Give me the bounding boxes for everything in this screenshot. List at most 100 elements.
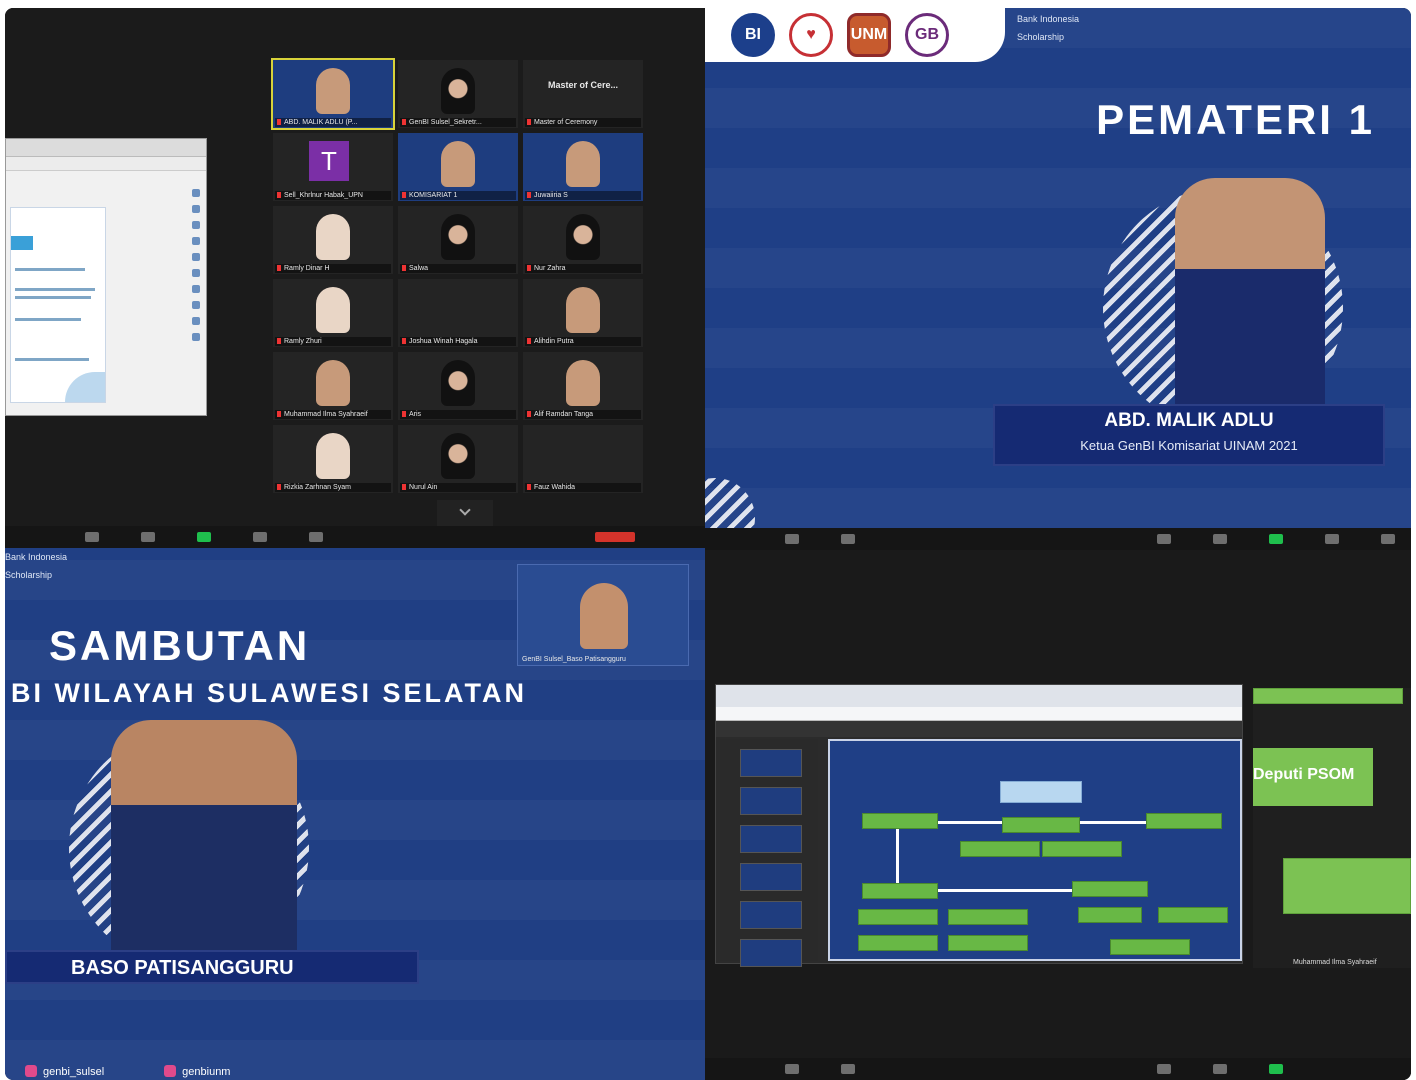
connector-line bbox=[938, 821, 1002, 824]
participant-tile[interactable]: Nur Zahra bbox=[523, 206, 643, 274]
participant-name: GenBI Sulsel_Sekretr... bbox=[400, 118, 516, 127]
zoom-toolbar-bottom[interactable] bbox=[705, 1058, 1411, 1080]
org-box bbox=[858, 935, 938, 951]
participant-tile[interactable]: Rizkia Zarhnan Syam bbox=[273, 425, 393, 493]
participant-tile[interactable]: Fauz Wahida bbox=[523, 425, 643, 493]
chevron-down-icon[interactable] bbox=[459, 504, 471, 516]
participants-icon[interactable] bbox=[1157, 534, 1171, 544]
doc-toolbar[interactable] bbox=[6, 157, 206, 171]
participant-tile[interactable]: Alihdin Putra bbox=[523, 279, 643, 347]
participant-tile[interactable]: Master of Cere... Master of Ceremony bbox=[523, 60, 643, 128]
participant-tile[interactable]: Alif Ramdan Tanga bbox=[523, 352, 643, 420]
participant-name: Aris bbox=[400, 410, 516, 419]
grid-scroll-down[interactable] bbox=[437, 500, 493, 526]
participant-grid: ABD. MALIK ADLU (P... GenBI Sulsel_Sekret… bbox=[271, 58, 647, 493]
doc-titlebar bbox=[6, 139, 206, 157]
participant-name: Muhammad Ilma Syahraeif bbox=[275, 410, 391, 419]
doc-highlight bbox=[11, 236, 33, 250]
shared-document-window[interactable] bbox=[5, 138, 207, 416]
audio-icon[interactable] bbox=[785, 1064, 799, 1074]
video-icon[interactable] bbox=[841, 1064, 855, 1074]
speaker-face bbox=[580, 583, 628, 649]
share-screen-icon[interactable] bbox=[1269, 534, 1283, 544]
speaker-camera-thumbnail[interactable]: GenBI Sulsel_Baso Patisangguru bbox=[517, 564, 689, 666]
doc-side-toolbar[interactable] bbox=[190, 189, 202, 399]
org-box bbox=[1110, 939, 1190, 955]
presentation-toolbar[interactable] bbox=[716, 721, 1242, 737]
org-chart-share-panel: Deputi PSOM Muhammad Ilma Syahraeif bbox=[705, 528, 1411, 1080]
record-icon[interactable] bbox=[1325, 534, 1339, 544]
doc-text-line bbox=[15, 288, 95, 291]
participant-tile[interactable]: Muhammad Ilma Syahraeif bbox=[273, 352, 393, 420]
participant-name: Alif Ramdan Tanga bbox=[525, 410, 641, 419]
chat-icon[interactable] bbox=[1213, 534, 1227, 544]
participant-tile[interactable]: Aris bbox=[398, 352, 518, 420]
leave-button[interactable] bbox=[595, 532, 635, 542]
participant-video bbox=[441, 214, 475, 260]
participant-video bbox=[566, 287, 600, 333]
participant-tile[interactable]: Salwa bbox=[398, 206, 518, 274]
participants-icon[interactable] bbox=[1157, 1064, 1171, 1074]
org-box bbox=[1146, 813, 1222, 829]
reactions-icon[interactable] bbox=[1381, 534, 1395, 544]
doc-page bbox=[10, 207, 106, 403]
slide-subtitle: BI WILAYAH SULAWESI SELATAN bbox=[11, 678, 528, 708]
participant-video bbox=[566, 141, 600, 187]
audio-icon[interactable] bbox=[785, 534, 799, 544]
side-camera-feed[interactable]: Deputi PSOM Muhammad Ilma Syahraeif bbox=[1253, 688, 1411, 968]
doc-text-line bbox=[15, 296, 91, 299]
participant-card-text: Master of Cere... bbox=[547, 80, 619, 90]
slide-thumbnails[interactable] bbox=[720, 739, 818, 967]
participants-icon[interactable] bbox=[85, 532, 99, 542]
reactions-icon[interactable] bbox=[309, 532, 323, 542]
scholarship-line: Scholarship bbox=[1017, 32, 1065, 42]
bank-indonesia-logo: BI bbox=[731, 13, 775, 57]
participant-name: Ramly Zhuri bbox=[275, 337, 391, 346]
genbi-logo: GB bbox=[905, 13, 949, 57]
green-header-box bbox=[1253, 688, 1403, 704]
org-chart-slide bbox=[828, 739, 1242, 961]
instagram-handle: genbiunm bbox=[164, 1065, 230, 1078]
participant-tile[interactable]: Ramly Dinar H bbox=[273, 206, 393, 274]
participant-video bbox=[316, 68, 350, 114]
slide-title: SAMBUTAN bbox=[49, 622, 311, 669]
participant-tile[interactable]: GenBI Sulsel_Sekretr... bbox=[398, 60, 518, 128]
doc-text-line bbox=[15, 318, 81, 321]
zoom-toolbar[interactable] bbox=[5, 526, 705, 548]
slide-title: PEMATERI 1 bbox=[1096, 96, 1375, 143]
speaker-photo bbox=[111, 720, 297, 956]
participant-name: Sell_Khrlnur Habak_UPN bbox=[275, 191, 391, 200]
record-icon[interactable] bbox=[253, 532, 267, 542]
participant-tile[interactable]: Ramly Zhuri bbox=[273, 279, 393, 347]
speaker-role: Ketua GenBI Komisariat UINAM 2021 bbox=[1080, 438, 1298, 453]
participant-video bbox=[566, 360, 600, 406]
scholarship-text: Bank Indonesia Scholarship bbox=[5, 548, 67, 584]
chat-icon[interactable] bbox=[141, 532, 155, 542]
browser-address-bar[interactable] bbox=[716, 707, 1242, 721]
gallery-view-panel: ABD. MALIK ADLU (P... GenBI Sulsel_Sekret… bbox=[5, 8, 705, 548]
scholarship-line: Bank Indonesia bbox=[1017, 14, 1080, 24]
browser-window[interactable] bbox=[715, 684, 1243, 967]
share-screen-icon[interactable] bbox=[1269, 1064, 1283, 1074]
heart-logo: ♥ bbox=[789, 13, 833, 57]
participant-video bbox=[316, 360, 350, 406]
speaker-name: ABD. MALIK ADLU bbox=[1104, 410, 1274, 431]
browser-tab-strip[interactable] bbox=[716, 685, 1242, 707]
chat-icon[interactable] bbox=[1213, 1064, 1227, 1074]
participant-tile[interactable]: Joshua Winah Hagala bbox=[398, 279, 518, 347]
video-icon[interactable] bbox=[841, 534, 855, 544]
green-box bbox=[1283, 858, 1411, 914]
participant-tile[interactable]: T Sell_Khrlnur Habak_UPN bbox=[273, 133, 393, 201]
share-screen-icon[interactable] bbox=[197, 532, 211, 542]
zoom-toolbar[interactable] bbox=[705, 528, 1411, 550]
participant-video bbox=[441, 68, 475, 114]
org-box-chair bbox=[1000, 781, 1082, 803]
org-box bbox=[858, 909, 938, 925]
participant-tile[interactable]: Nurul Ain bbox=[398, 425, 518, 493]
participant-video bbox=[316, 214, 350, 260]
camera-name-label: Muhammad Ilma Syahraeif bbox=[1293, 959, 1377, 966]
participant-tile[interactable]: KOMISARIAT 1 bbox=[398, 133, 518, 201]
pemateri-slide-panel: BI ♥ UNM GB Bank Indonesia Scholarship P… bbox=[705, 8, 1411, 528]
participant-tile[interactable]: ABD. MALIK ADLU (P... bbox=[271, 58, 395, 130]
participant-tile[interactable]: Juwaiiria S bbox=[523, 133, 643, 201]
